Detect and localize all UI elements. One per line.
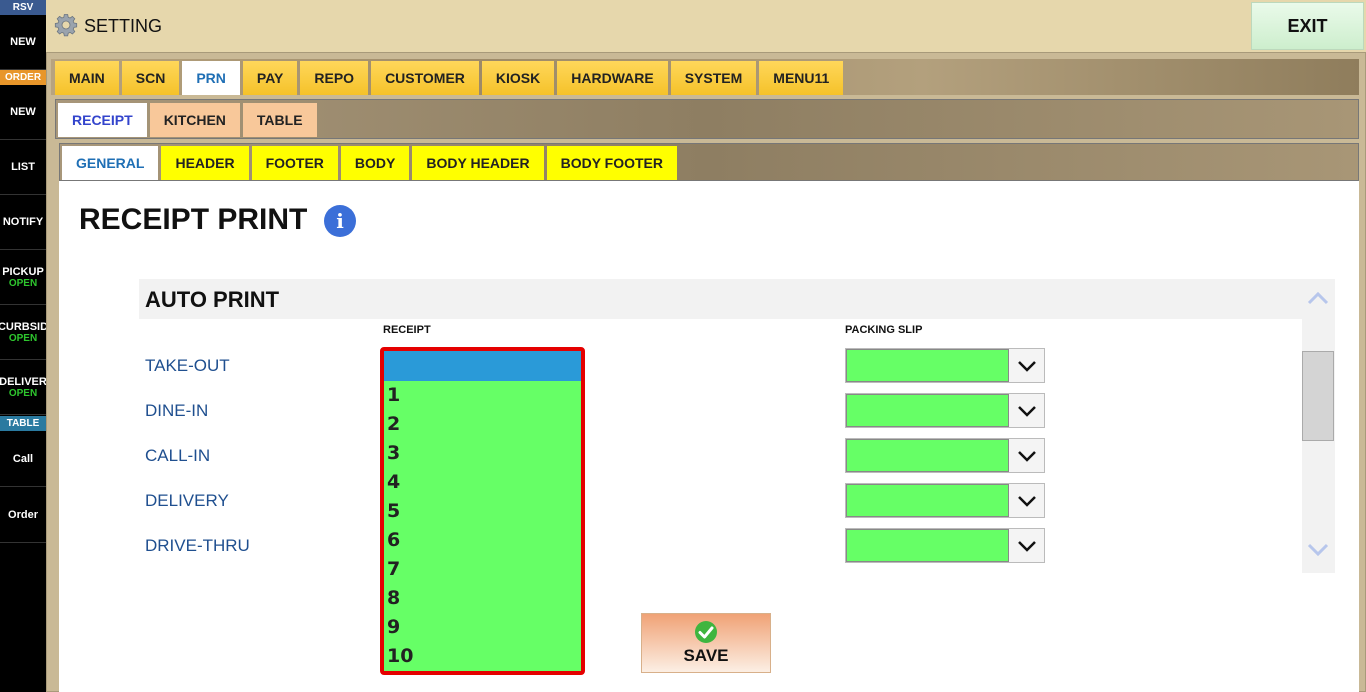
main-tabs: MAIN SCN PRN PAY REPO CUSTOMER KIOSK HAR… xyxy=(55,61,846,95)
save-label: SAVE xyxy=(683,646,729,665)
sidebar-item-notify[interactable]: NOTIFY xyxy=(0,195,46,250)
chevron-down-icon[interactable] xyxy=(1008,529,1044,562)
sidebar-item-call[interactable]: Call xyxy=(0,431,46,487)
tab-hardware[interactable]: HARDWARE xyxy=(557,61,668,95)
packing-slip-select-delivery[interactable] xyxy=(845,483,1045,518)
sidebar-item-label: DELIVER xyxy=(0,375,46,388)
scrollbar-thumb[interactable] xyxy=(1302,351,1334,441)
sidebar-item-curbside[interactable]: CURBSID OPEN xyxy=(0,305,46,360)
section-rsv: RSV xyxy=(0,0,46,15)
chevron-up-icon[interactable] xyxy=(1307,291,1329,305)
chevron-down-icon[interactable] xyxy=(1008,394,1044,427)
check-circle-icon xyxy=(695,621,717,643)
tab-pay[interactable]: PAY xyxy=(242,61,298,95)
section-order: ORDER xyxy=(0,70,46,85)
receipt-option[interactable]: 7 xyxy=(384,555,581,584)
tab-body-header[interactable]: BODY HEADER xyxy=(412,146,544,180)
sidebar-item-label: NOTIFY xyxy=(2,216,44,228)
tab-customer[interactable]: CUSTOMER xyxy=(371,61,479,95)
sidebar-item-order[interactable]: Order xyxy=(0,487,46,543)
tab-receipt[interactable]: RECEIPT xyxy=(58,103,147,137)
chevron-down-icon[interactable] xyxy=(1307,543,1329,557)
receipt-option[interactable]: 10 xyxy=(384,642,581,671)
receipt-option[interactable]: 8 xyxy=(384,584,581,613)
receipt-option[interactable]: 9 xyxy=(384,613,581,642)
settings-frame: MAIN SCN PRN PAY REPO CUSTOMER KIOSK HAR… xyxy=(46,52,1366,692)
exit-button[interactable]: EXIT xyxy=(1251,2,1364,50)
receipt-option-selected[interactable] xyxy=(384,351,581,381)
sidebar-item-label: Call xyxy=(12,452,34,465)
row-label-dine-in: DINE-IN xyxy=(145,401,209,420)
tab-body-footer[interactable]: BODY FOOTER xyxy=(546,146,677,180)
info-icon[interactable]: i xyxy=(324,205,356,237)
top-bar: SETTING EXIT xyxy=(46,0,1366,52)
receipt-dropdown-list[interactable]: 1 2 3 4 5 6 7 8 9 10 xyxy=(380,347,585,675)
receipt-option[interactable]: 3 xyxy=(384,439,581,468)
sidebar-item-order-new[interactable]: NEW xyxy=(0,85,46,140)
column-header-receipt: RECEIPT xyxy=(383,324,431,336)
chevron-down-icon[interactable] xyxy=(1008,439,1044,472)
section-title: AUTO PRINT xyxy=(145,287,280,312)
sidebar-item-label: CURBSID xyxy=(0,320,46,333)
tab-repo[interactable]: REPO xyxy=(300,61,369,95)
column-header-packing-slip: PACKING SLIP xyxy=(845,324,923,336)
sidebar-item-pickup[interactable]: PICKUP OPEN xyxy=(0,250,46,305)
section-table: TABLE xyxy=(0,416,46,431)
left-sidebar: RSV NEW ORDER NEW LIST NOTIFY PICKUP OPE… xyxy=(0,0,46,692)
sidebar-item-label: NEW xyxy=(10,106,36,118)
packing-slip-select-dine-in[interactable] xyxy=(845,393,1045,428)
gear-icon xyxy=(54,14,78,37)
chevron-down-icon[interactable] xyxy=(1008,484,1044,517)
page-title: RECEIPT PRINT xyxy=(79,203,308,236)
tab-main[interactable]: MAIN xyxy=(55,61,119,95)
row-label-take-out: TAKE-OUT xyxy=(145,356,230,375)
receipt-option[interactable]: 6 xyxy=(384,526,581,555)
content-panel: RECEIPT PRINT i AUTO PRINT RECEIPT PACKI… xyxy=(59,181,1359,692)
sidebar-item-rsv-new[interactable]: NEW xyxy=(0,15,46,70)
tab-kiosk[interactable]: KIOSK xyxy=(481,61,555,95)
status-open: OPEN xyxy=(8,387,38,399)
receipt-option[interactable]: 4 xyxy=(384,468,581,497)
tab-header[interactable]: HEADER xyxy=(161,146,249,180)
tab-general[interactable]: GENERAL xyxy=(62,146,159,180)
section-header: AUTO PRINT xyxy=(139,279,1303,319)
sub-tabs: RECEIPT KITCHEN TABLE xyxy=(58,103,320,137)
sidebar-item-label: Order xyxy=(8,508,38,521)
sidebar-item-label: NEW xyxy=(10,36,36,48)
status-open: OPEN xyxy=(8,277,38,289)
packing-slip-select-call-in[interactable] xyxy=(845,438,1045,473)
vertical-scrollbar[interactable] xyxy=(1302,279,1335,573)
sidebar-item-label: LIST xyxy=(11,161,35,173)
sidebar-item-list[interactable]: LIST xyxy=(0,140,46,195)
row-label-delivery: DELIVERY xyxy=(145,491,229,510)
receipt-option[interactable]: 2 xyxy=(384,410,581,439)
tab-system[interactable]: SYSTEM xyxy=(670,61,757,95)
tab-menu11[interactable]: MENU11 xyxy=(759,61,844,95)
receipt-option[interactable]: 5 xyxy=(384,497,581,526)
row-label-drive-thru: DRIVE-THRU xyxy=(145,536,250,555)
row-label-call-in: CALL-IN xyxy=(145,446,211,465)
tab-body[interactable]: BODY xyxy=(340,146,410,180)
page-header-title: SETTING xyxy=(84,16,163,36)
tab-prn[interactable]: PRN xyxy=(182,61,240,95)
sidebar-item-label: PICKUP xyxy=(2,265,44,278)
section-tabs: GENERAL HEADER FOOTER BODY BODY HEADER B… xyxy=(62,146,680,180)
packing-slip-select-take-out[interactable] xyxy=(845,348,1045,383)
sidebar-item-delivery[interactable]: DELIVER OPEN xyxy=(0,360,46,415)
tab-scn[interactable]: SCN xyxy=(121,61,180,95)
tab-footer[interactable]: FOOTER xyxy=(251,146,338,180)
tab-table[interactable]: TABLE xyxy=(242,103,317,137)
save-button[interactable]: SAVE xyxy=(641,613,771,673)
packing-slip-select-drive-thru[interactable] xyxy=(845,528,1045,563)
tab-kitchen[interactable]: KITCHEN xyxy=(149,103,240,137)
receipt-option[interactable]: 1 xyxy=(384,381,581,410)
chevron-down-icon[interactable] xyxy=(1008,349,1044,382)
status-open: OPEN xyxy=(8,332,38,344)
